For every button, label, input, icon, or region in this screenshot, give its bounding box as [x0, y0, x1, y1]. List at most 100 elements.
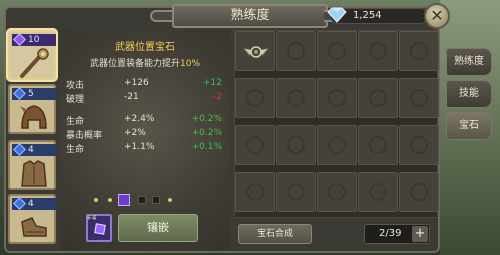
- stat-value: +2.4%: [124, 114, 155, 124]
- empty-slot-ring: [369, 42, 387, 60]
- socket-dot: [108, 198, 112, 202]
- socket-dot: [168, 198, 172, 202]
- purple-gem-icon: [94, 223, 106, 235]
- helmet-icon: [20, 105, 47, 129]
- empty-slot-ring: [287, 89, 305, 107]
- gem-cell[interactable]: [317, 31, 357, 71]
- subtitle-value: 10%: [180, 59, 201, 69]
- close-button[interactable]: ✕: [424, 3, 450, 29]
- tab-gems[interactable]: 宝石: [446, 112, 492, 140]
- stat-delta: -2: [213, 92, 222, 102]
- empty-slot-ring: [369, 183, 387, 201]
- empty-slot-ring: [410, 42, 428, 60]
- gem-cell[interactable]: [317, 172, 357, 212]
- stat-value: -21: [124, 92, 139, 102]
- tab-proficiency[interactable]: 熟练度: [446, 48, 492, 76]
- empty-slot-ring: [410, 136, 428, 154]
- gem-cell[interactable]: [317, 78, 357, 118]
- empty-slot-ring: [246, 89, 264, 107]
- empty-slot-ring: [410, 89, 428, 107]
- gem-cell[interactable]: [276, 78, 316, 118]
- stat-value: +2%: [124, 128, 146, 138]
- equipment-slot-boots[interactable]: 4: [8, 194, 56, 244]
- gem-cell[interactable]: [358, 78, 398, 118]
- socket-row: [88, 194, 188, 206]
- inlay-button[interactable]: 镶嵌: [118, 214, 198, 242]
- gem-icon: [13, 33, 26, 46]
- stat-name: 暴击概率: [66, 131, 103, 141]
- socket-dot: [94, 198, 98, 202]
- empty-slot-ring: [328, 183, 346, 201]
- stat-row: 暴击概率 +2% +0.2%: [66, 128, 226, 141]
- page-indicator: 2/39 +: [364, 224, 430, 244]
- equipment-slot-armor[interactable]: 4: [8, 140, 56, 190]
- empty-slot-ring: [369, 89, 387, 107]
- slot-level: 10: [28, 35, 40, 45]
- gem-cell[interactable]: [317, 125, 357, 165]
- gem-cell[interactable]: [276, 31, 316, 71]
- gem-grid: [234, 30, 439, 218]
- gem-level: +4: [86, 214, 97, 222]
- gem-icon: [13, 87, 26, 100]
- gem-icon: [13, 143, 26, 156]
- stat-value: +1.1%: [124, 142, 155, 152]
- stat-value: +126: [124, 78, 149, 88]
- diamond-icon: [327, 7, 347, 23]
- empty-slot-ring: [328, 136, 346, 154]
- stat-row: 攻击 +126 +12: [66, 78, 226, 91]
- gem-combine-button[interactable]: 宝石合成: [238, 224, 312, 244]
- gem-cell[interactable]: [399, 78, 439, 118]
- slot-level-badge: 4: [12, 197, 56, 210]
- empty-slot-ring: [410, 183, 428, 201]
- empty-slot-ring: [328, 89, 346, 107]
- stat-delta: +12: [203, 78, 222, 88]
- info-subtitle: 武器位置装备能力提升10%: [60, 56, 230, 69]
- empty-slot-ring: [287, 183, 305, 201]
- empty-slot-ring: [246, 183, 264, 201]
- gem-cell[interactable]: [235, 172, 275, 212]
- slot-level-badge: 5: [12, 87, 56, 100]
- empty-socket[interactable]: [152, 196, 160, 204]
- gem-cell[interactable]: [276, 172, 316, 212]
- empty-slot-ring: [246, 136, 264, 154]
- top-bar: 熟练度 1,254 ✕: [0, 0, 500, 30]
- socketed-gem-icon[interactable]: [118, 194, 130, 206]
- empty-slot-ring: [328, 42, 346, 60]
- slot-level-badge: 10: [12, 33, 56, 46]
- stat-delta: +0.1%: [191, 142, 222, 152]
- gem-cell[interactable]: [358, 31, 398, 71]
- slot-level: 5: [28, 89, 34, 99]
- equipment-slot-helmet[interactable]: 5: [8, 84, 56, 134]
- gem-cell[interactable]: [235, 31, 275, 71]
- gem-icon: [13, 197, 26, 210]
- expand-button[interactable]: +: [412, 226, 428, 242]
- gem-cell[interactable]: [276, 125, 316, 165]
- empty-slot-ring: [369, 136, 387, 154]
- stat-row: 生命 +2.4% +0.2%: [66, 114, 226, 127]
- gem-cell[interactable]: [235, 125, 275, 165]
- equipment-slot-weapon[interactable]: 10: [8, 30, 56, 80]
- window-title: 熟练度: [172, 4, 328, 28]
- armor-icon: [21, 160, 47, 187]
- stat-delta: +0.2%: [191, 114, 222, 124]
- info-title: 武器位置宝石: [115, 42, 175, 53]
- gem-cell[interactable]: [235, 78, 275, 118]
- gem-cell[interactable]: [399, 125, 439, 165]
- slot-level-badge: 4: [12, 143, 56, 156]
- slot-level: 4: [28, 199, 34, 209]
- tab-skills[interactable]: 技能: [446, 80, 492, 108]
- gem-cell[interactable]: [399, 31, 439, 71]
- stat-name: 攻击: [66, 81, 85, 91]
- subtitle-text: 武器位置装备能力提升: [89, 59, 180, 69]
- empty-socket[interactable]: [138, 196, 146, 204]
- stat-row: 破理 -21 -2: [66, 92, 226, 105]
- gem-cell[interactable]: [358, 172, 398, 212]
- currency-value: 1,254: [353, 10, 382, 21]
- selected-gem-slot[interactable]: +4: [86, 214, 112, 242]
- gem-cell[interactable]: [399, 172, 439, 212]
- stat-name: 生命: [66, 117, 85, 127]
- empty-slot-ring: [287, 42, 305, 60]
- gem-cell[interactable]: [358, 125, 398, 165]
- currency-display: 1,254: [327, 7, 428, 24]
- stat-delta: +0.2%: [191, 128, 222, 138]
